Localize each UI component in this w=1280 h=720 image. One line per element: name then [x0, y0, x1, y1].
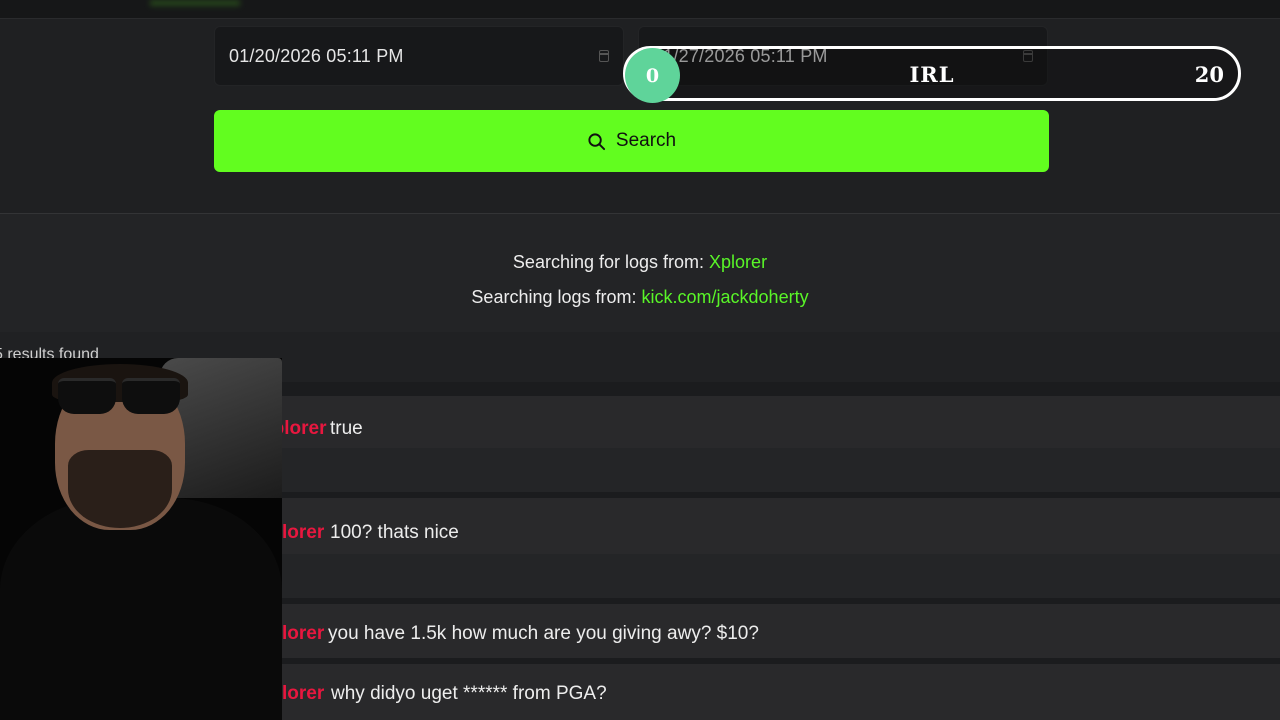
- sunglasses: [58, 378, 180, 414]
- streamer-shirt: [0, 498, 282, 720]
- log-message: why didyo uget ****** from PGA?: [331, 683, 607, 704]
- start-date-value: 01/20/2026 05:11 PM: [229, 45, 404, 66]
- log-message: true: [330, 418, 363, 439]
- streamer-beard: [68, 450, 172, 528]
- log-username[interactable]: lorer: [282, 522, 324, 544]
- log-message: 100? thats nice: [330, 522, 459, 543]
- search-button[interactable]: Search: [214, 110, 1049, 172]
- log-message: you have 1.5k how much are you giving aw…: [328, 623, 759, 644]
- filter-panel: 01/20/2026 05:11 PM 01/27/2026 05:11 PM …: [0, 0, 1280, 213]
- webcam-overlay: [0, 358, 282, 720]
- searched-user: Xplorer: [709, 252, 768, 272]
- calendar-icon[interactable]: [599, 50, 609, 62]
- top-nav-strip: [0, 0, 1280, 19]
- goal-max: 20: [1194, 62, 1224, 87]
- searching-channel-line: Searching logs from: kick.com/jackdohert…: [0, 287, 1280, 308]
- searching-user-prefix: Searching for logs from:: [512, 252, 705, 272]
- search-icon: [588, 132, 605, 150]
- searched-channel-link[interactable]: kick.com/jackdoherty: [642, 287, 809, 307]
- searching-user-line: Searching for logs from: Xplorer: [0, 252, 1280, 273]
- searching-channel-prefix: Searching logs from:: [471, 287, 637, 307]
- log-username[interactable]: lorer: [282, 623, 324, 645]
- search-button-label: Search: [615, 130, 677, 151]
- page: 01/20/2026 05:11 PM 01/27/2026 05:11 PM …: [0, 0, 1280, 720]
- log-username[interactable]: lorer: [282, 683, 324, 705]
- stream-goal-overlay: 0 IRL 20: [623, 46, 1241, 103]
- search-info: Searching for logs from: Xplorer Searchi…: [0, 214, 1280, 332]
- start-date-input[interactable]: 01/20/2026 05:11 PM: [214, 26, 624, 86]
- goal-label: IRL: [909, 62, 955, 87]
